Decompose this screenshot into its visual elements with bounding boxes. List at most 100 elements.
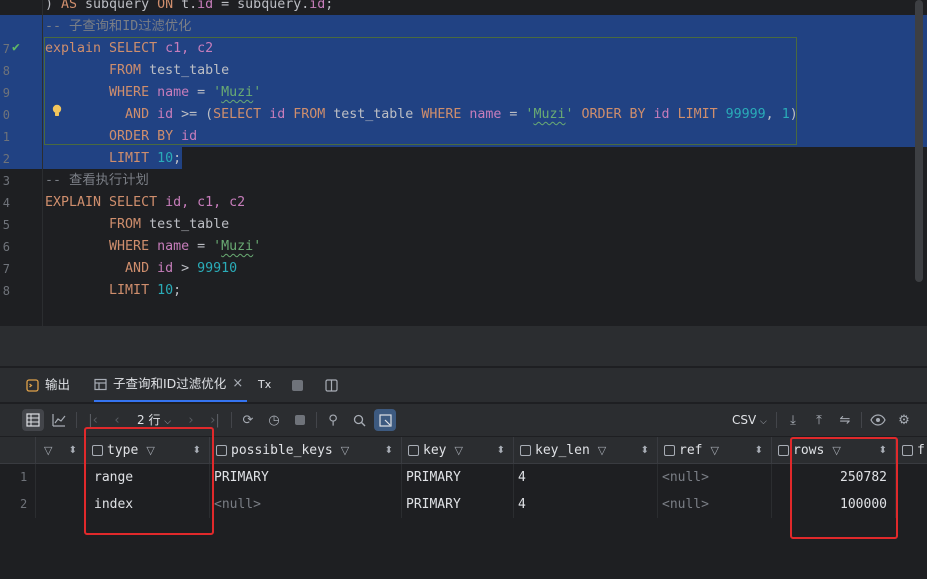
code-line[interactable]: ) AS subquery ON t.id = subquery.id; xyxy=(0,0,927,16)
code-text: LIMIT 10; xyxy=(45,280,181,302)
code-token: ON xyxy=(157,0,174,12)
code-line[interactable]: -- 子查询和ID过滤优化 xyxy=(0,16,927,38)
code-line[interactable]: 1 ORDER BY id xyxy=(0,126,927,148)
column-header-possible-keys[interactable]: possible_keys ▽ ⬍ xyxy=(210,437,402,464)
code-line[interactable]: 3 -- 查看执行计划 xyxy=(0,170,927,192)
eye-icon[interactable] xyxy=(867,409,889,431)
compare-icon[interactable]: ⇋ xyxy=(834,409,856,431)
layout-icon[interactable] xyxy=(325,368,338,402)
code-token: LIMIT xyxy=(45,151,150,166)
code-text: ) AS subquery ON t.id = subquery.id; xyxy=(45,0,333,16)
filter-view-icon[interactable] xyxy=(374,409,396,431)
code-token: EXPLAIN xyxy=(45,195,102,210)
pin-icon[interactable]: ⚲ xyxy=(322,409,344,431)
lightbulb-icon[interactable] xyxy=(52,104,62,118)
download-icon[interactable]: ⤓ xyxy=(782,409,804,431)
services-tab-bar: 输出 子查询和ID过滤优化 × Tx xyxy=(0,368,927,403)
cell-key-len[interactable]: 4 xyxy=(514,491,658,518)
cell-hidden[interactable] xyxy=(36,491,86,518)
column-header-ref[interactable]: ref ▽ ⬍ xyxy=(658,437,772,464)
code-line[interactable]: 0 AND id >= (SELECT id FROM test_table W… xyxy=(0,104,927,126)
editor-scrollbar[interactable] xyxy=(915,0,923,282)
sort-icon[interactable]: ⬍ xyxy=(385,445,393,456)
panel-splitter[interactable] xyxy=(0,326,927,366)
code-token: ; xyxy=(173,283,182,298)
code-token: name xyxy=(149,85,190,100)
sort-icon[interactable]: ⬍ xyxy=(497,445,505,456)
code-token: -- 子查询和ID过滤优化 xyxy=(45,19,192,34)
code-token: = subquery. xyxy=(213,0,310,12)
cell-ref[interactable]: <null> xyxy=(658,491,772,518)
filter-icon[interactable]: ▽ xyxy=(598,444,606,457)
code-line[interactable]: 7 explain SELECT c1, c2 xyxy=(0,38,927,60)
code-token: FROM xyxy=(45,63,142,78)
line-number: 8 xyxy=(2,64,10,78)
sort-icon[interactable]: ⬍ xyxy=(755,445,763,456)
code-line[interactable]: 7 AND id > 99910 xyxy=(0,258,927,280)
history-icon[interactable]: ◷ xyxy=(263,409,285,431)
code-token: ) xyxy=(45,0,62,12)
line-number: 9 xyxy=(2,86,10,100)
code-line[interactable]: 4 EXPLAIN SELECT id, c1, c2 xyxy=(0,192,927,214)
code-token: id xyxy=(173,129,198,144)
code-token: SELECT xyxy=(213,107,262,122)
cell-key[interactable]: PRIMARY xyxy=(402,491,514,518)
column-header-key[interactable]: key ▽ ⬍ xyxy=(402,437,514,464)
code-line[interactable]: 5 FROM test_table xyxy=(0,214,927,236)
code-token: Muzi xyxy=(221,239,254,254)
line-number: 4 xyxy=(2,196,10,210)
code-text: FROM test_table xyxy=(45,60,229,82)
code-line[interactable]: 6 WHERE name = 'Muzi' xyxy=(0,236,927,258)
filter-icon[interactable]: ▽ xyxy=(454,444,462,457)
cell-ref[interactable]: <null> xyxy=(658,464,772,491)
table-icon xyxy=(94,378,107,390)
sql-editor[interactable]: ) AS subquery ON t.id = subquery.id; -- 子… xyxy=(0,0,927,326)
code-text: WHERE name = 'Muzi' xyxy=(45,82,261,104)
search-icon[interactable] xyxy=(348,409,370,431)
close-icon[interactable]: × xyxy=(232,367,243,401)
upload-icon[interactable]: ⤒ xyxy=(808,409,830,431)
cell-key-len[interactable]: 4 xyxy=(514,464,658,491)
stop-tab-icon[interactable] xyxy=(292,368,303,402)
sort-icon[interactable]: ⬍ xyxy=(641,445,649,456)
grid-corner-header xyxy=(0,437,36,464)
code-token: 10 xyxy=(149,151,174,166)
column-header-f[interactable]: f xyxy=(896,437,927,464)
column-header-key-len[interactable]: key_len ▽ ⬍ xyxy=(514,437,658,464)
gear-icon[interactable]: ⚙ xyxy=(893,409,915,431)
row-number: 2 xyxy=(0,491,36,518)
code-text: AND id > 99910 xyxy=(45,258,237,280)
export-format-dropdown[interactable]: CSV ⌵ xyxy=(732,409,767,431)
cell-possible-keys[interactable]: PRIMARY xyxy=(210,464,402,491)
code-line[interactable]: 8 FROM test_table xyxy=(0,60,927,82)
code-token: explain xyxy=(45,41,110,56)
filter-icon[interactable]: ▽ xyxy=(341,444,349,457)
column-icon xyxy=(216,444,227,456)
stop-icon[interactable] xyxy=(289,409,311,431)
refresh-icon[interactable]: ⟳ xyxy=(237,409,259,431)
code-token: WHERE xyxy=(421,107,462,122)
code-line[interactable]: 8 LIMIT 10; xyxy=(0,280,927,302)
cell-key[interactable]: PRIMARY xyxy=(402,464,514,491)
cell-hidden[interactable] xyxy=(36,464,86,491)
grid-view-icon[interactable] xyxy=(22,409,44,431)
tx-button[interactable]: Tx xyxy=(258,368,271,402)
sort-icon[interactable]: ⬍ xyxy=(69,445,77,456)
result-grid[interactable]: ▽ ⬍ type ▽ ⬍ possible_keys ▽ ⬍ key ▽ ⬍ key_len ▽… xyxy=(0,427,927,579)
code-token: ' xyxy=(213,239,222,254)
code-line[interactable]: 2 LIMIT 10; xyxy=(0,148,927,170)
filter-icon[interactable]: ▽ xyxy=(710,444,718,457)
code-line[interactable]: 9 WHERE name = 'Muzi' xyxy=(0,82,927,104)
filter-icon[interactable]: ▽ xyxy=(44,444,52,457)
code-token: Muzi xyxy=(221,85,254,100)
tab-output[interactable]: 输出 xyxy=(26,368,70,402)
code-token: subquery xyxy=(77,0,158,12)
tab-result[interactable]: 子查询和ID过滤优化 × xyxy=(94,367,248,402)
column-header-hidden[interactable]: ▽ ⬍ xyxy=(36,437,86,464)
cell-possible-keys[interactable]: <null> xyxy=(210,491,402,518)
chart-view-icon[interactable] xyxy=(48,409,70,431)
code-text: ORDER BY id xyxy=(45,126,197,148)
column-header-label: key xyxy=(423,442,447,458)
code-token: -- 查看执行计划 xyxy=(45,173,149,188)
code-text: -- 子查询和ID过滤优化 xyxy=(45,16,191,38)
